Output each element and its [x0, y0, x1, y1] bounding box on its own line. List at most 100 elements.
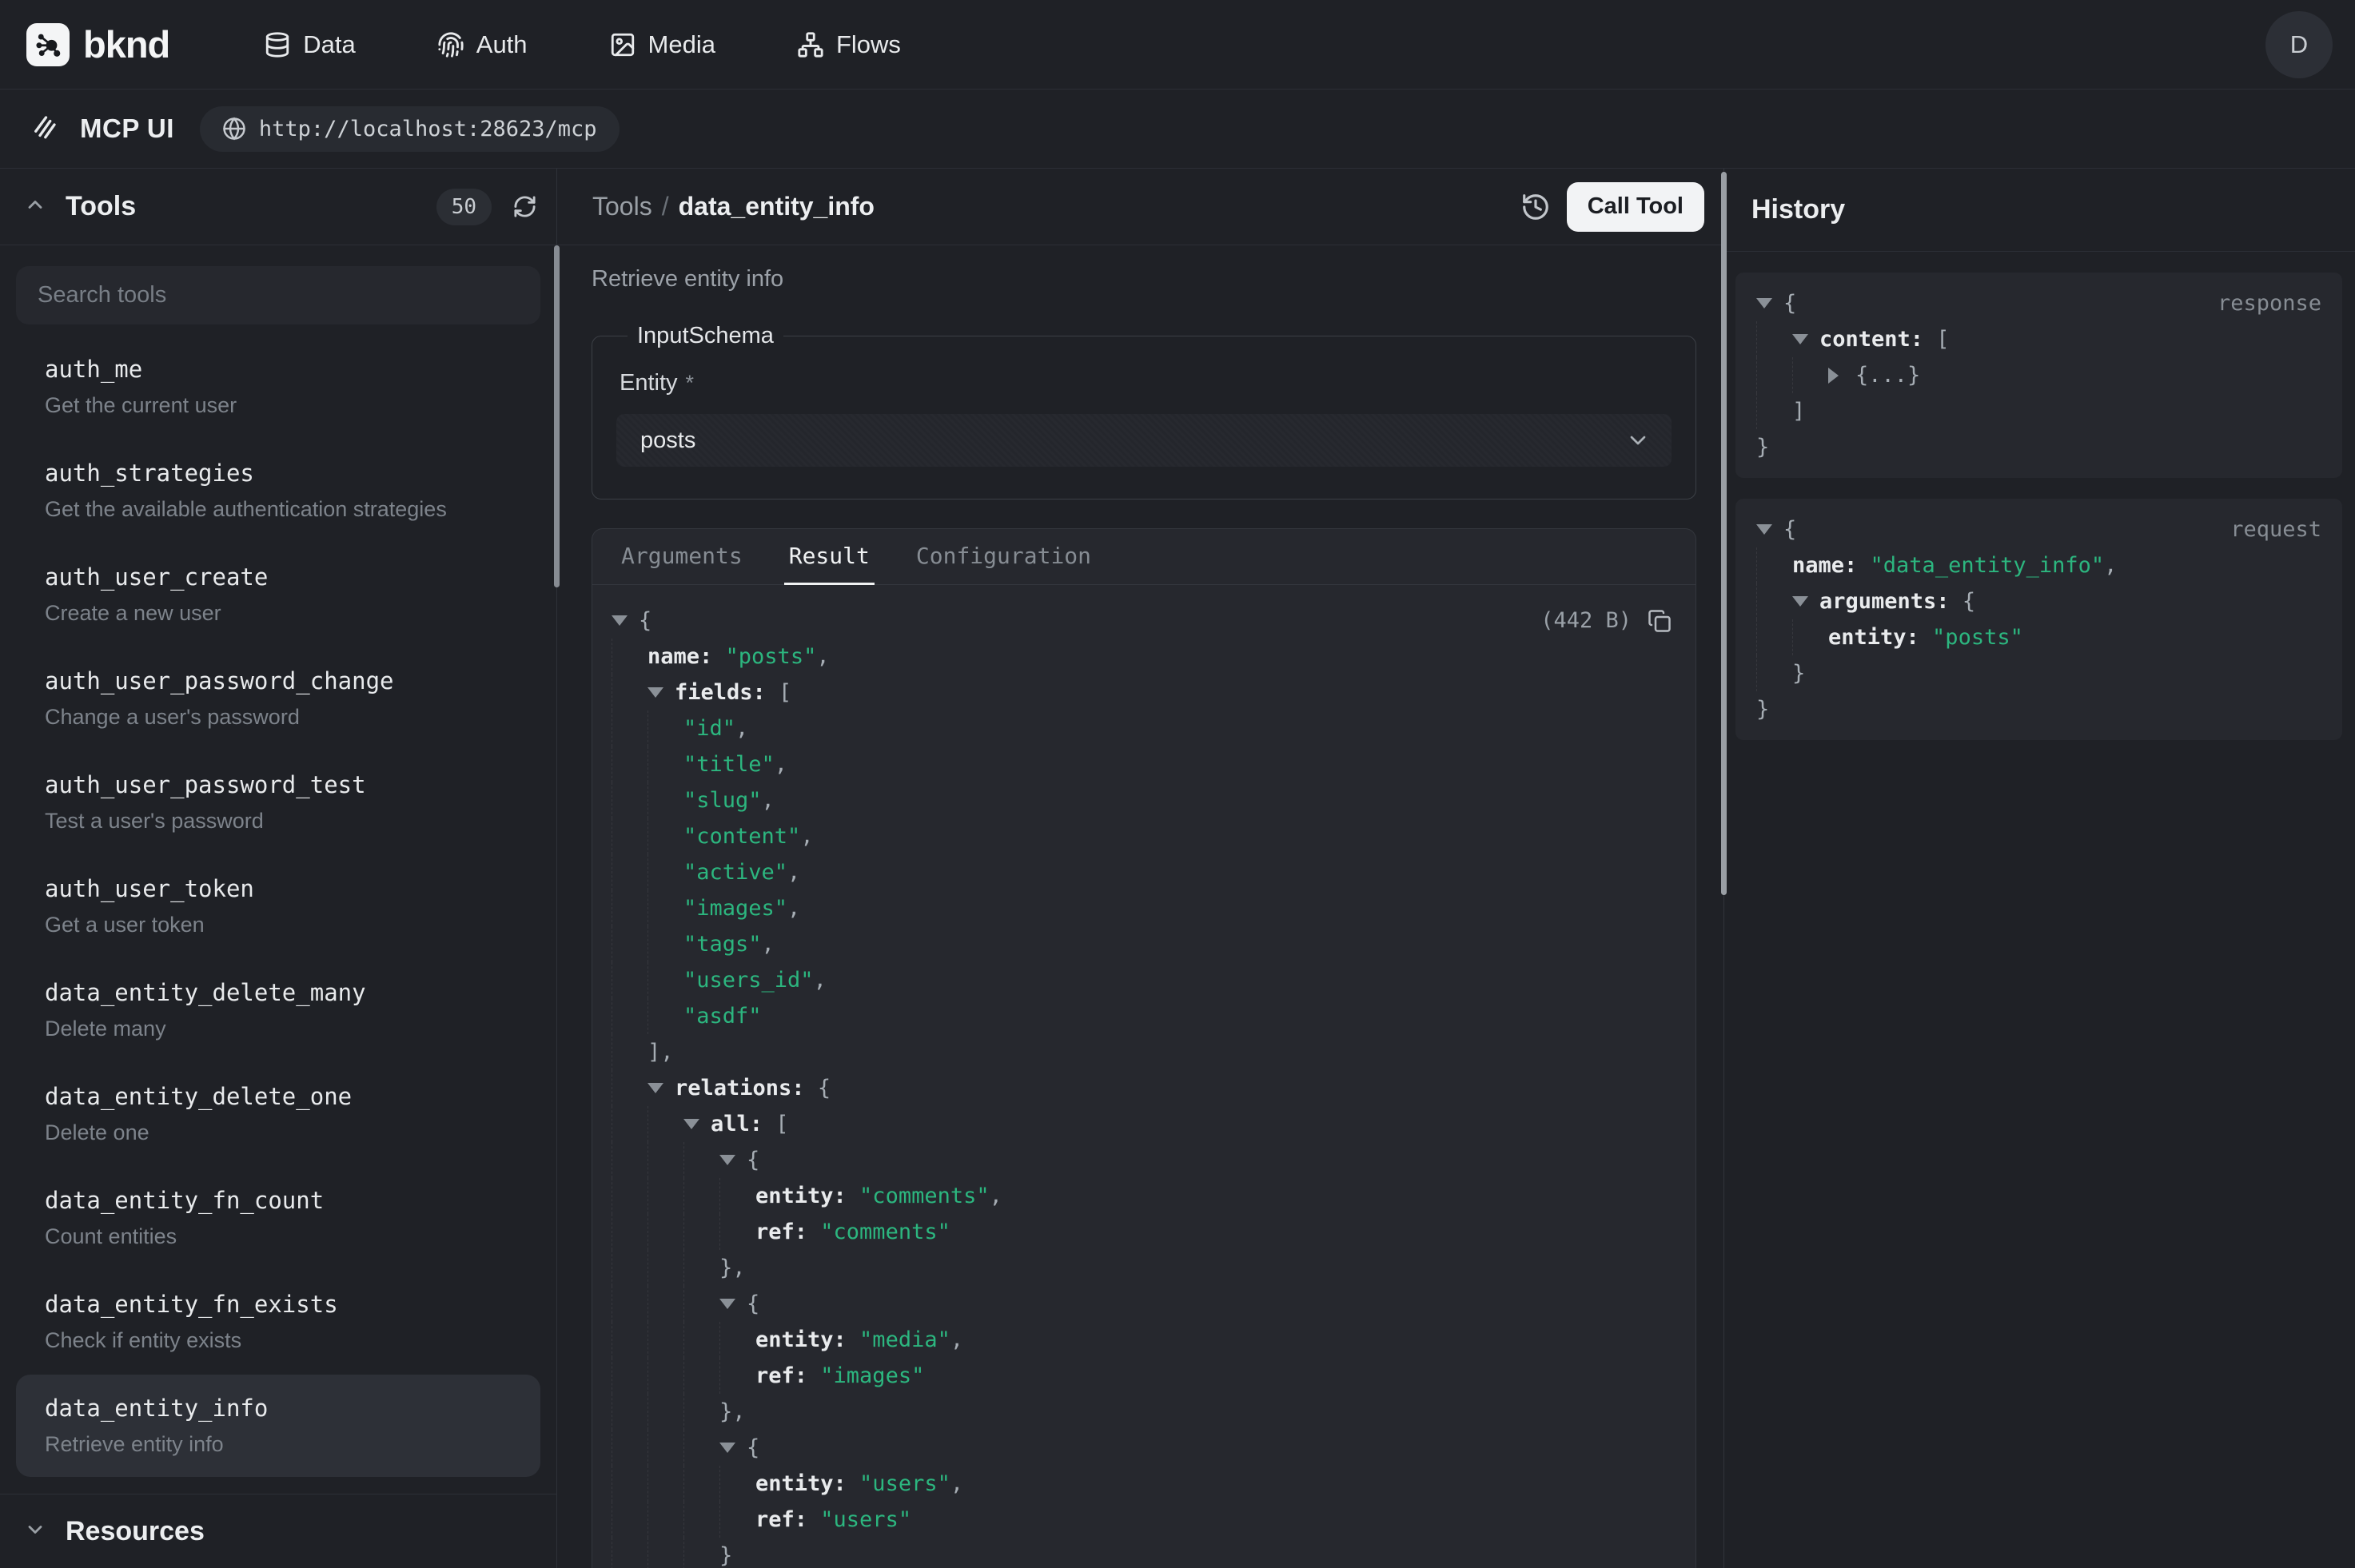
indent-guide [648, 1430, 683, 1466]
history-entry-label: response [2218, 291, 2321, 316]
json-line: ] [1756, 393, 2321, 429]
indent-guide [612, 1142, 648, 1178]
json-line: {(442 B) [612, 603, 1683, 639]
refresh-icon [512, 194, 537, 219]
json-punct: [ [1923, 327, 1950, 352]
json-key: fields: [675, 680, 766, 705]
avatar[interactable]: D [2265, 11, 2333, 78]
main-header: Tools/data_entity_info Call Tool [557, 169, 1723, 245]
tool-list-item[interactable]: auth_meGet the current user [16, 336, 540, 438]
json-key: name: [648, 644, 712, 669]
tool-list-item[interactable]: data_entity_delete_manyDelete many [16, 959, 540, 1061]
indent-guide [612, 1430, 648, 1466]
collapse-toggle-icon[interactable] [1792, 596, 1819, 607]
mcp-url-pill[interactable]: http://localhost:28623/mcp [200, 106, 620, 152]
refresh-tools-button[interactable] [512, 194, 537, 219]
json-line: name: "data_entity_info", [1756, 547, 2321, 583]
json-line: "users_id", [612, 962, 1683, 998]
tool-list-item[interactable]: auth_strategiesGet the available authent… [16, 440, 540, 542]
json-punct: { [747, 1291, 759, 1316]
indent-guide [648, 782, 683, 818]
indent-guide [683, 1430, 719, 1466]
result-meta: (442 B) [1540, 608, 1683, 633]
json-line: { [612, 1142, 1683, 1178]
json-punct: { [1783, 291, 1796, 316]
indent-guide [612, 1034, 648, 1070]
tool-list-item[interactable]: auth_user_password_changeChange a user's… [16, 647, 540, 750]
json-line: arguments: { [1756, 583, 2321, 619]
collapse-toggle-icon[interactable] [719, 1299, 747, 1309]
collapse-toggle-icon[interactable] [719, 1155, 747, 1165]
json-line: { [612, 1286, 1683, 1322]
nav-item-flows[interactable]: Flows [797, 30, 901, 59]
indent-guide [612, 746, 648, 782]
collapse-toggle-icon[interactable] [648, 1083, 675, 1093]
collapse-toggle-icon[interactable] [1756, 524, 1783, 535]
brand[interactable]: bknd [26, 22, 169, 66]
json-line: ref: "comments" [612, 1214, 1683, 1250]
tool-name: auth_strategies [45, 459, 512, 488]
tool-list-item[interactable]: auth_user_tokenGet a user token [16, 855, 540, 957]
sidebar-scrollbar-thumb[interactable] [554, 245, 560, 587]
collapse-toggle-icon[interactable] [1756, 298, 1783, 308]
tool-list-item[interactable]: data_entity_infoRetrieve entity info [16, 1375, 540, 1477]
indent-guide [683, 1394, 719, 1430]
tool-list-item[interactable]: auth_user_password_testTest a user's pas… [16, 751, 540, 854]
json-line: "active", [612, 854, 1683, 890]
json-key: arguments: [1819, 589, 1950, 614]
collapse-toggle-icon[interactable] [1792, 334, 1819, 344]
tool-list-item[interactable]: data_entity_fn_countCount entities [16, 1167, 540, 1269]
tools-section-header[interactable]: Tools 50 [0, 169, 556, 245]
nav-item-auth[interactable]: Auth [437, 30, 528, 59]
history-toggle-button[interactable] [1520, 192, 1551, 222]
copy-button[interactable] [1648, 609, 1672, 633]
top-nav: bknd Data Auth Media Flows D [0, 0, 2355, 89]
json-punct: } [1756, 435, 1769, 460]
collapse-toggle-icon[interactable] [612, 615, 639, 626]
indent-guide [648, 746, 683, 782]
globe-icon [222, 117, 246, 141]
nav-item-data[interactable]: Data [264, 30, 355, 59]
indent-guide [648, 962, 683, 998]
entity-select[interactable]: posts [616, 414, 1672, 467]
json-punct: ], [648, 1040, 674, 1065]
collapse-toggle-icon[interactable] [683, 1119, 711, 1129]
json-punct: { [747, 1435, 759, 1460]
main-scrollbar-thumb[interactable] [1721, 172, 1727, 895]
mcp-url: http://localhost:28623/mcp [259, 117, 597, 141]
workflow-icon [797, 31, 824, 58]
indent-guide [612, 675, 648, 710]
indent-guide [1756, 655, 1792, 691]
json-punct: } [719, 1543, 732, 1568]
indent-guide [648, 818, 683, 854]
tool-list-item[interactable]: data_entity_fn_existsCheck if entity exi… [16, 1271, 540, 1373]
json-line: entity: "comments", [612, 1178, 1683, 1214]
nav-item-media[interactable]: Media [609, 30, 715, 59]
tool-list-item[interactable]: auth_user_createCreate a new user [16, 543, 540, 646]
tab-result[interactable]: Result [784, 529, 875, 585]
search-input[interactable] [16, 266, 540, 324]
tab-arguments[interactable]: Arguments [616, 529, 747, 585]
collapse-toggle-icon[interactable] [719, 1443, 747, 1453]
breadcrumb-section[interactable]: Tools [592, 192, 652, 221]
json-line: content: [ [1756, 321, 2321, 357]
collapse-toggle-icon[interactable] [648, 687, 675, 698]
call-tool-button[interactable]: Call Tool [1567, 182, 1704, 232]
indent-guide [1792, 619, 1828, 655]
json-line: {request [1756, 511, 2321, 547]
json-punct: { [1783, 517, 1796, 542]
entity-field-label: Entity* [620, 370, 1672, 396]
indent-guide [648, 1106, 683, 1142]
indent-guide [648, 1286, 683, 1322]
json-punct: , [762, 932, 775, 957]
tool-description: Delete many [45, 1015, 512, 1042]
resources-section-header[interactable]: Resources [0, 1494, 556, 1568]
tab-configuration[interactable]: Configuration [911, 529, 1096, 585]
history-entry-card[interactable]: {responsecontent: [{...}]} [1735, 273, 2342, 478]
indent-guide [719, 1214, 755, 1250]
collapse-toggle-icon[interactable] [1828, 368, 1855, 384]
json-line: ref: "images" [612, 1358, 1683, 1394]
history-entry-card[interactable]: {requestname: "data_entity_info",argumen… [1735, 499, 2342, 740]
tool-list-item[interactable]: data_entity_delete_oneDelete one [16, 1063, 540, 1165]
tool-name: auth_user_token [45, 874, 512, 903]
